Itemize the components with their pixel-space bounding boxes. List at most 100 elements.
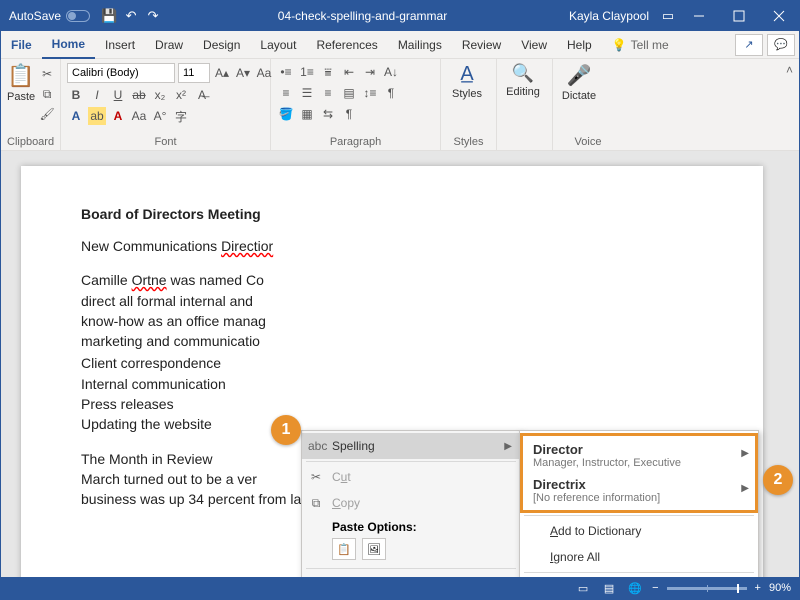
zoom-out-icon[interactable]: − [652, 582, 658, 594]
close-button[interactable] [759, 1, 799, 31]
print-layout-icon[interactable]: ▤ [600, 579, 618, 597]
zoom-level[interactable]: 90% [769, 582, 791, 594]
group-voice: Voice [559, 134, 617, 148]
clear-format-icon[interactable]: A̶ [193, 86, 211, 104]
numbering-icon[interactable]: 1≡ [298, 63, 316, 81]
phonetic-icon[interactable]: 字 [172, 107, 190, 125]
suggestion-word: Director [533, 442, 745, 457]
comments-button[interactable]: 💬 [767, 34, 795, 56]
align-right-icon[interactable]: ≡ [319, 84, 337, 102]
chevron-right-icon: ▶ [504, 441, 512, 452]
ctx-copy[interactable]: ⧉ Copy [302, 490, 520, 516]
format-painter-icon[interactable]: 🖌 [38, 105, 56, 123]
tab-layout[interactable]: Layout [250, 31, 306, 59]
spelling-error[interactable]: Directior [221, 238, 273, 254]
bullets-icon[interactable]: •≡ [277, 63, 295, 81]
align-center-icon[interactable]: ☰ [298, 84, 316, 102]
tab-file[interactable]: File [1, 31, 42, 59]
ctx-insert-doc-item[interactable]: 📄Insert Document Item [302, 571, 520, 577]
font-name-combo[interactable]: Calibri (Body) [67, 63, 175, 83]
dictate-label: Dictate [562, 90, 596, 102]
font-color-icon[interactable]: A [109, 107, 127, 125]
suggestion-directrix[interactable]: Directrix [No reference information] ▶ [523, 473, 755, 508]
list-item: Press releases [81, 396, 174, 412]
enclose-icon[interactable]: A° [151, 107, 169, 125]
ctx-label: Copy [332, 496, 360, 510]
strike-icon[interactable]: ab [130, 86, 148, 104]
tab-home[interactable]: Home [42, 31, 95, 59]
collapse-ribbon-icon[interactable]: ˄ [780, 59, 799, 150]
suggestion-synonyms: Manager, Instructor, Executive [533, 457, 745, 469]
sort-icon[interactable]: A↓ [382, 63, 400, 81]
shrink-font-icon[interactable]: A▾ [234, 64, 252, 82]
text: direct all formal internal and [81, 293, 253, 309]
styles-button[interactable]: A̲ Styles [447, 63, 487, 100]
line-spacing-icon[interactable]: ↕≡ [361, 84, 379, 102]
copy-icon: ⧉ [308, 496, 324, 511]
minimize-button[interactable] [679, 1, 719, 31]
highlight-icon[interactable]: ab [88, 107, 106, 125]
tab-help[interactable]: Help [557, 31, 602, 59]
redo-icon[interactable]: ↷ [144, 7, 162, 25]
see-more[interactable]: 📖See More [520, 575, 758, 577]
tab-review[interactable]: Review [452, 31, 511, 59]
tab-insert[interactable]: Insert [95, 31, 145, 59]
copy-icon[interactable]: ⧉ [38, 85, 56, 103]
text-effects-icon[interactable]: A [67, 107, 85, 125]
suggestion-director[interactable]: Director Manager, Instructor, Executive … [523, 438, 755, 473]
tab-references[interactable]: References [306, 31, 387, 59]
cut-icon[interactable]: ✂ [38, 65, 56, 83]
add-to-dictionary[interactable]: Add to Dictionary [520, 518, 758, 544]
character-style-icon[interactable]: Aa [130, 107, 148, 125]
separator [306, 568, 516, 569]
editing-button[interactable]: 🔍 Editing [503, 63, 543, 98]
multilevel-icon[interactable]: ⩸ [319, 63, 337, 81]
tell-me[interactable]: 💡Tell me [612, 38, 669, 52]
subscript-icon[interactable]: x₂ [151, 86, 169, 104]
microphone-icon: 🎤 [567, 63, 592, 88]
save-icon[interactable]: 💾 [100, 7, 118, 25]
shading-icon[interactable]: 🪣 [277, 105, 295, 123]
zoom-slider[interactable] [667, 587, 747, 590]
autosave-toggle[interactable]: AutoSave [1, 9, 98, 23]
underline-icon[interactable]: U [109, 86, 127, 104]
borders-icon[interactable]: ▦ [298, 105, 316, 123]
ctx-spelling[interactable]: abc Spelling ▶ [302, 433, 520, 459]
justify-icon[interactable]: ▤ [340, 84, 358, 102]
paragraph-mark-icon[interactable]: ¶ [340, 105, 358, 123]
tab-design[interactable]: Design [193, 31, 250, 59]
increase-indent-icon[interactable]: ⇥ [361, 63, 379, 81]
text: was named Co [167, 272, 264, 288]
tab-icon[interactable]: ⇆ [319, 105, 337, 123]
paste-picture-icon[interactable]: 🖼 [362, 538, 386, 560]
tab-mailings[interactable]: Mailings [388, 31, 452, 59]
spelling-error[interactable]: Ortne [132, 272, 167, 288]
tab-view[interactable]: View [511, 31, 557, 59]
ctx-paste-options: Paste Options: [302, 516, 520, 536]
ignore-all[interactable]: Ignore All [520, 544, 758, 570]
show-marks-icon[interactable]: ¶ [382, 84, 400, 102]
ribbon-display-icon[interactable]: ▭ [659, 7, 677, 25]
maximize-button[interactable] [719, 1, 759, 31]
decrease-indent-icon[interactable]: ⇤ [340, 63, 358, 81]
grow-font-icon[interactable]: A▴ [213, 64, 231, 82]
tab-draw[interactable]: Draw [145, 31, 193, 59]
user-name[interactable]: Kayla Claypool [561, 9, 657, 23]
undo-icon[interactable]: ↶ [122, 7, 140, 25]
suggestion-word: Directrix [533, 477, 745, 492]
align-left-icon[interactable]: ≡ [277, 84, 295, 102]
dictate-button[interactable]: 🎤 Dictate [559, 63, 599, 102]
bold-icon[interactable]: B [67, 86, 85, 104]
zoom-in-icon[interactable]: + [755, 582, 761, 594]
read-mode-icon[interactable]: ▭ [574, 579, 592, 597]
paste-keep-source-icon[interactable]: 📋 [332, 538, 356, 560]
share-button[interactable]: ↗ [735, 34, 763, 56]
web-layout-icon[interactable]: 🌐 [626, 579, 644, 597]
ctx-cut[interactable]: ✂Cut [302, 464, 520, 490]
font-size-combo[interactable]: 11 [178, 63, 210, 83]
lightbulb-icon: 💡 [612, 38, 627, 52]
paste-button[interactable]: 📋 Paste [7, 63, 35, 103]
superscript-icon[interactable]: x² [172, 86, 190, 104]
italic-icon[interactable]: I [88, 86, 106, 104]
spelling-submenu: Director Manager, Instructor, Executive … [519, 430, 759, 577]
